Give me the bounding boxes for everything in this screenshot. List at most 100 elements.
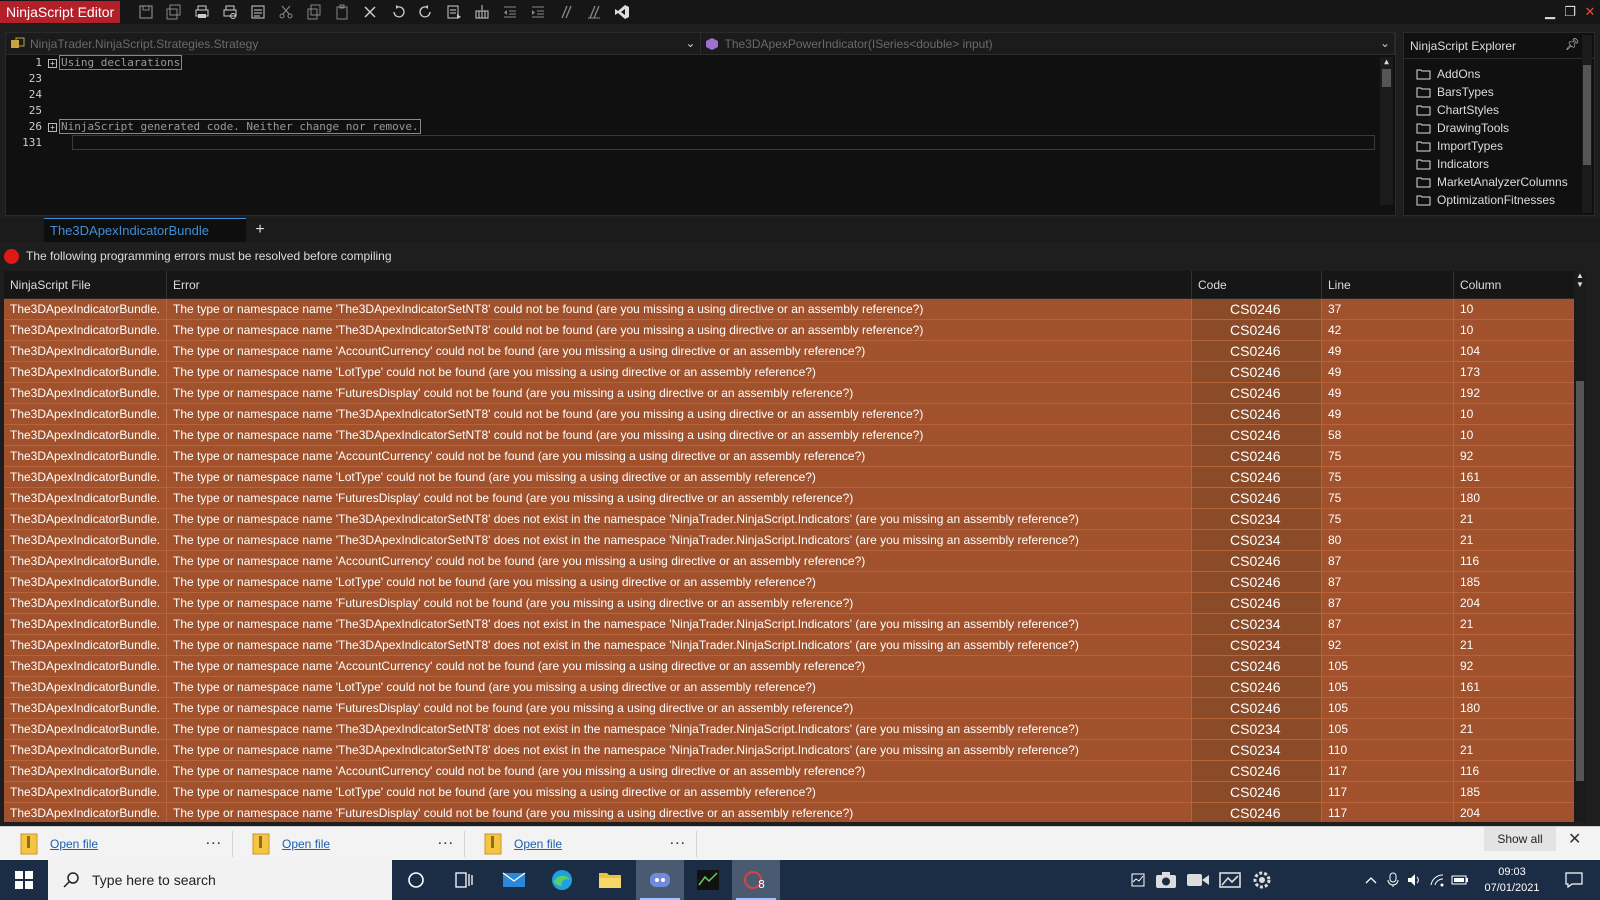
close-button[interactable]: ✕ <box>1580 0 1600 24</box>
redo-icon[interactable] <box>414 1 438 23</box>
table-row[interactable]: The3DApexIndicatorBundle. The type or nam… <box>4 803 1586 822</box>
column-header-column[interactable]: Column <box>1454 271 1586 298</box>
cortana-icon[interactable] <box>392 860 440 900</box>
task-manager-icon[interactable] <box>1124 860 1152 900</box>
indent-icon[interactable] <box>526 1 550 23</box>
download-item[interactable]: Open file ... <box>464 827 696 861</box>
camera-icon[interactable] <box>1150 860 1182 900</box>
close-downloads-button[interactable]: ✕ <box>1568 829 1581 849</box>
reference-icon[interactable] <box>470 1 494 23</box>
edge-icon[interactable] <box>538 860 586 900</box>
column-header-code[interactable]: Code <box>1192 271 1322 298</box>
print-preview-icon[interactable] <box>218 1 242 23</box>
table-row[interactable]: The3DApexIndicatorBundle. The type or nam… <box>4 530 1586 551</box>
compile-icon[interactable] <box>442 1 466 23</box>
column-header-file[interactable]: NinjaScript File <box>4 271 167 298</box>
table-row[interactable]: The3DApexIndicatorBundle. The type or nam… <box>4 341 1586 362</box>
table-row[interactable]: The3DApexIndicatorBundle. The type or nam… <box>4 488 1586 509</box>
chevron-up-icon[interactable] <box>1360 860 1382 900</box>
explorer-folder-marketanalyzercolumns[interactable]: MarketAnalyzerColumns <box>1416 173 1594 191</box>
table-row[interactable]: The3DApexIndicatorBundle. The type or nam… <box>4 425 1586 446</box>
print-icon[interactable] <box>190 1 214 23</box>
table-row[interactable]: The3DApexIndicatorBundle. The type or nam… <box>4 467 1586 488</box>
table-row[interactable]: The3DApexIndicatorBundle. The type or nam… <box>4 320 1586 341</box>
explorer-folder-importtypes[interactable]: ImportTypes <box>1416 137 1594 155</box>
chevron-down-icon[interactable]: ⌄ <box>1380 36 1390 50</box>
scrollbar-thumb[interactable] <box>1382 69 1391 87</box>
save-icon[interactable] <box>134 1 158 23</box>
restore-button[interactable]: ❐ <box>1560 0 1580 24</box>
volume-icon[interactable] <box>1404 860 1426 900</box>
table-row[interactable]: The3DApexIndicatorBundle. The type or nam… <box>4 383 1586 404</box>
notification-icon[interactable] <box>1556 860 1592 900</box>
system-clock[interactable]: 09:03 07/01/2021 <box>1476 864 1548 896</box>
error-list-scrollbar[interactable]: ▲ ▼ <box>1574 271 1586 822</box>
table-row[interactable]: The3DApexIndicatorBundle. The type or nam… <box>4 635 1586 656</box>
code-line[interactable] <box>58 103 1375 119</box>
table-row[interactable]: The3DApexIndicatorBundle. The type or nam… <box>4 761 1586 782</box>
table-row[interactable]: The3DApexIndicatorBundle. The type or nam… <box>4 404 1586 425</box>
scrollbar-thumb[interactable] <box>1583 65 1591 165</box>
download-item[interactable]: Open file ... <box>0 827 232 861</box>
uncomment-icon[interactable] <box>582 1 606 23</box>
scrollbar-thumb[interactable] <box>1576 381 1584 781</box>
wifi-icon[interactable] <box>1426 860 1448 900</box>
format-icon[interactable] <box>246 1 270 23</box>
mail-icon[interactable] <box>490 860 538 900</box>
explorer-folder-addons[interactable]: AddOns <box>1416 65 1594 83</box>
comment-icon[interactable] <box>554 1 578 23</box>
meet-now-icon[interactable] <box>1382 860 1404 900</box>
add-tab-button[interactable]: + <box>250 220 270 240</box>
scroll-down-icon[interactable]: ▼ <box>1574 280 1586 289</box>
save-all-icon[interactable] <box>162 1 186 23</box>
table-row[interactable]: The3DApexIndicatorBundle. The type or nam… <box>4 719 1586 740</box>
table-row[interactable]: The3DApexIndicatorBundle. The type or nam… <box>4 656 1586 677</box>
pin-icon[interactable]: 📌︎ <box>1565 37 1580 51</box>
download-item[interactable]: Open file ... <box>232 827 464 861</box>
table-row[interactable]: The3DApexIndicatorBundle. The type or nam… <box>4 446 1586 467</box>
table-row[interactable]: The3DApexIndicatorBundle. The type or nam… <box>4 551 1586 572</box>
gear-icon[interactable] <box>1246 860 1278 900</box>
open-file-link[interactable]: Open file <box>50 837 98 851</box>
show-all-button[interactable]: Show all <box>1484 827 1556 851</box>
file-explorer-icon[interactable] <box>586 860 634 900</box>
video-icon[interactable] <box>1182 860 1214 900</box>
battery-icon[interactable] <box>1448 860 1472 900</box>
table-row[interactable]: The3DApexIndicatorBundle. The type or nam… <box>4 677 1586 698</box>
taskbar-search[interactable]: Type here to search <box>48 860 392 900</box>
undo-icon[interactable] <box>386 1 410 23</box>
table-row[interactable]: The3DApexIndicatorBundle. The type or nam… <box>4 740 1586 761</box>
explorer-folder-chartstyles[interactable]: ChartStyles <box>1416 101 1594 119</box>
table-row[interactable]: The3DApexIndicatorBundle. The type or nam… <box>4 782 1586 803</box>
more-options-icon[interactable]: ... <box>206 831 222 849</box>
table-row[interactable]: The3DApexIndicatorBundle. The type or nam… <box>4 299 1586 320</box>
more-options-icon[interactable]: ... <box>438 831 454 849</box>
explorer-folder-barstypes[interactable]: BarsTypes <box>1416 83 1594 101</box>
explorer-scrollbar[interactable] <box>1582 35 1592 213</box>
paste-icon[interactable] <box>330 1 354 23</box>
scroll-up-icon[interactable]: ▲ <box>1574 271 1586 280</box>
more-options-icon[interactable]: ... <box>670 831 686 849</box>
open-file-link[interactable]: Open file <box>282 837 330 851</box>
class-combo[interactable]: NinjaTrader.NinjaScript.Strategies.Strat… <box>6 33 701 54</box>
table-row[interactable]: The3DApexIndicatorBundle. The type or nam… <box>4 593 1586 614</box>
table-row[interactable]: The3DApexIndicatorBundle. The type or nam… <box>4 614 1586 635</box>
table-row[interactable]: The3DApexIndicatorBundle. The type or nam… <box>4 509 1586 530</box>
start-button[interactable] <box>0 860 48 900</box>
table-row[interactable]: The3DApexIndicatorBundle. The type or nam… <box>4 572 1586 593</box>
delete-icon[interactable] <box>358 1 382 23</box>
ninjatrader-8-icon[interactable]: 8 <box>732 860 780 900</box>
table-row[interactable]: The3DApexIndicatorBundle. The type or nam… <box>4 698 1586 719</box>
expand-icon[interactable]: + <box>48 58 57 68</box>
collapsed-region[interactable]: Using declarations <box>59 55 183 70</box>
outdent-icon[interactable] <box>498 1 522 23</box>
explorer-folder-indicators[interactable]: Indicators <box>1416 155 1594 173</box>
code-lines[interactable]: + Using declarations + NinjaScript generat… <box>48 55 1375 150</box>
cut-icon[interactable] <box>274 1 298 23</box>
editor-scrollbar[interactable]: ▲ <box>1380 57 1393 205</box>
visual-studio-icon[interactable] <box>610 1 634 23</box>
column-header-error[interactable]: Error <box>167 271 1192 298</box>
code-line[interactable] <box>58 87 1375 103</box>
open-file-link[interactable]: Open file <box>514 837 562 851</box>
member-combo[interactable]: The3DApexPowerIndicator(ISeries<double> … <box>701 33 1395 54</box>
